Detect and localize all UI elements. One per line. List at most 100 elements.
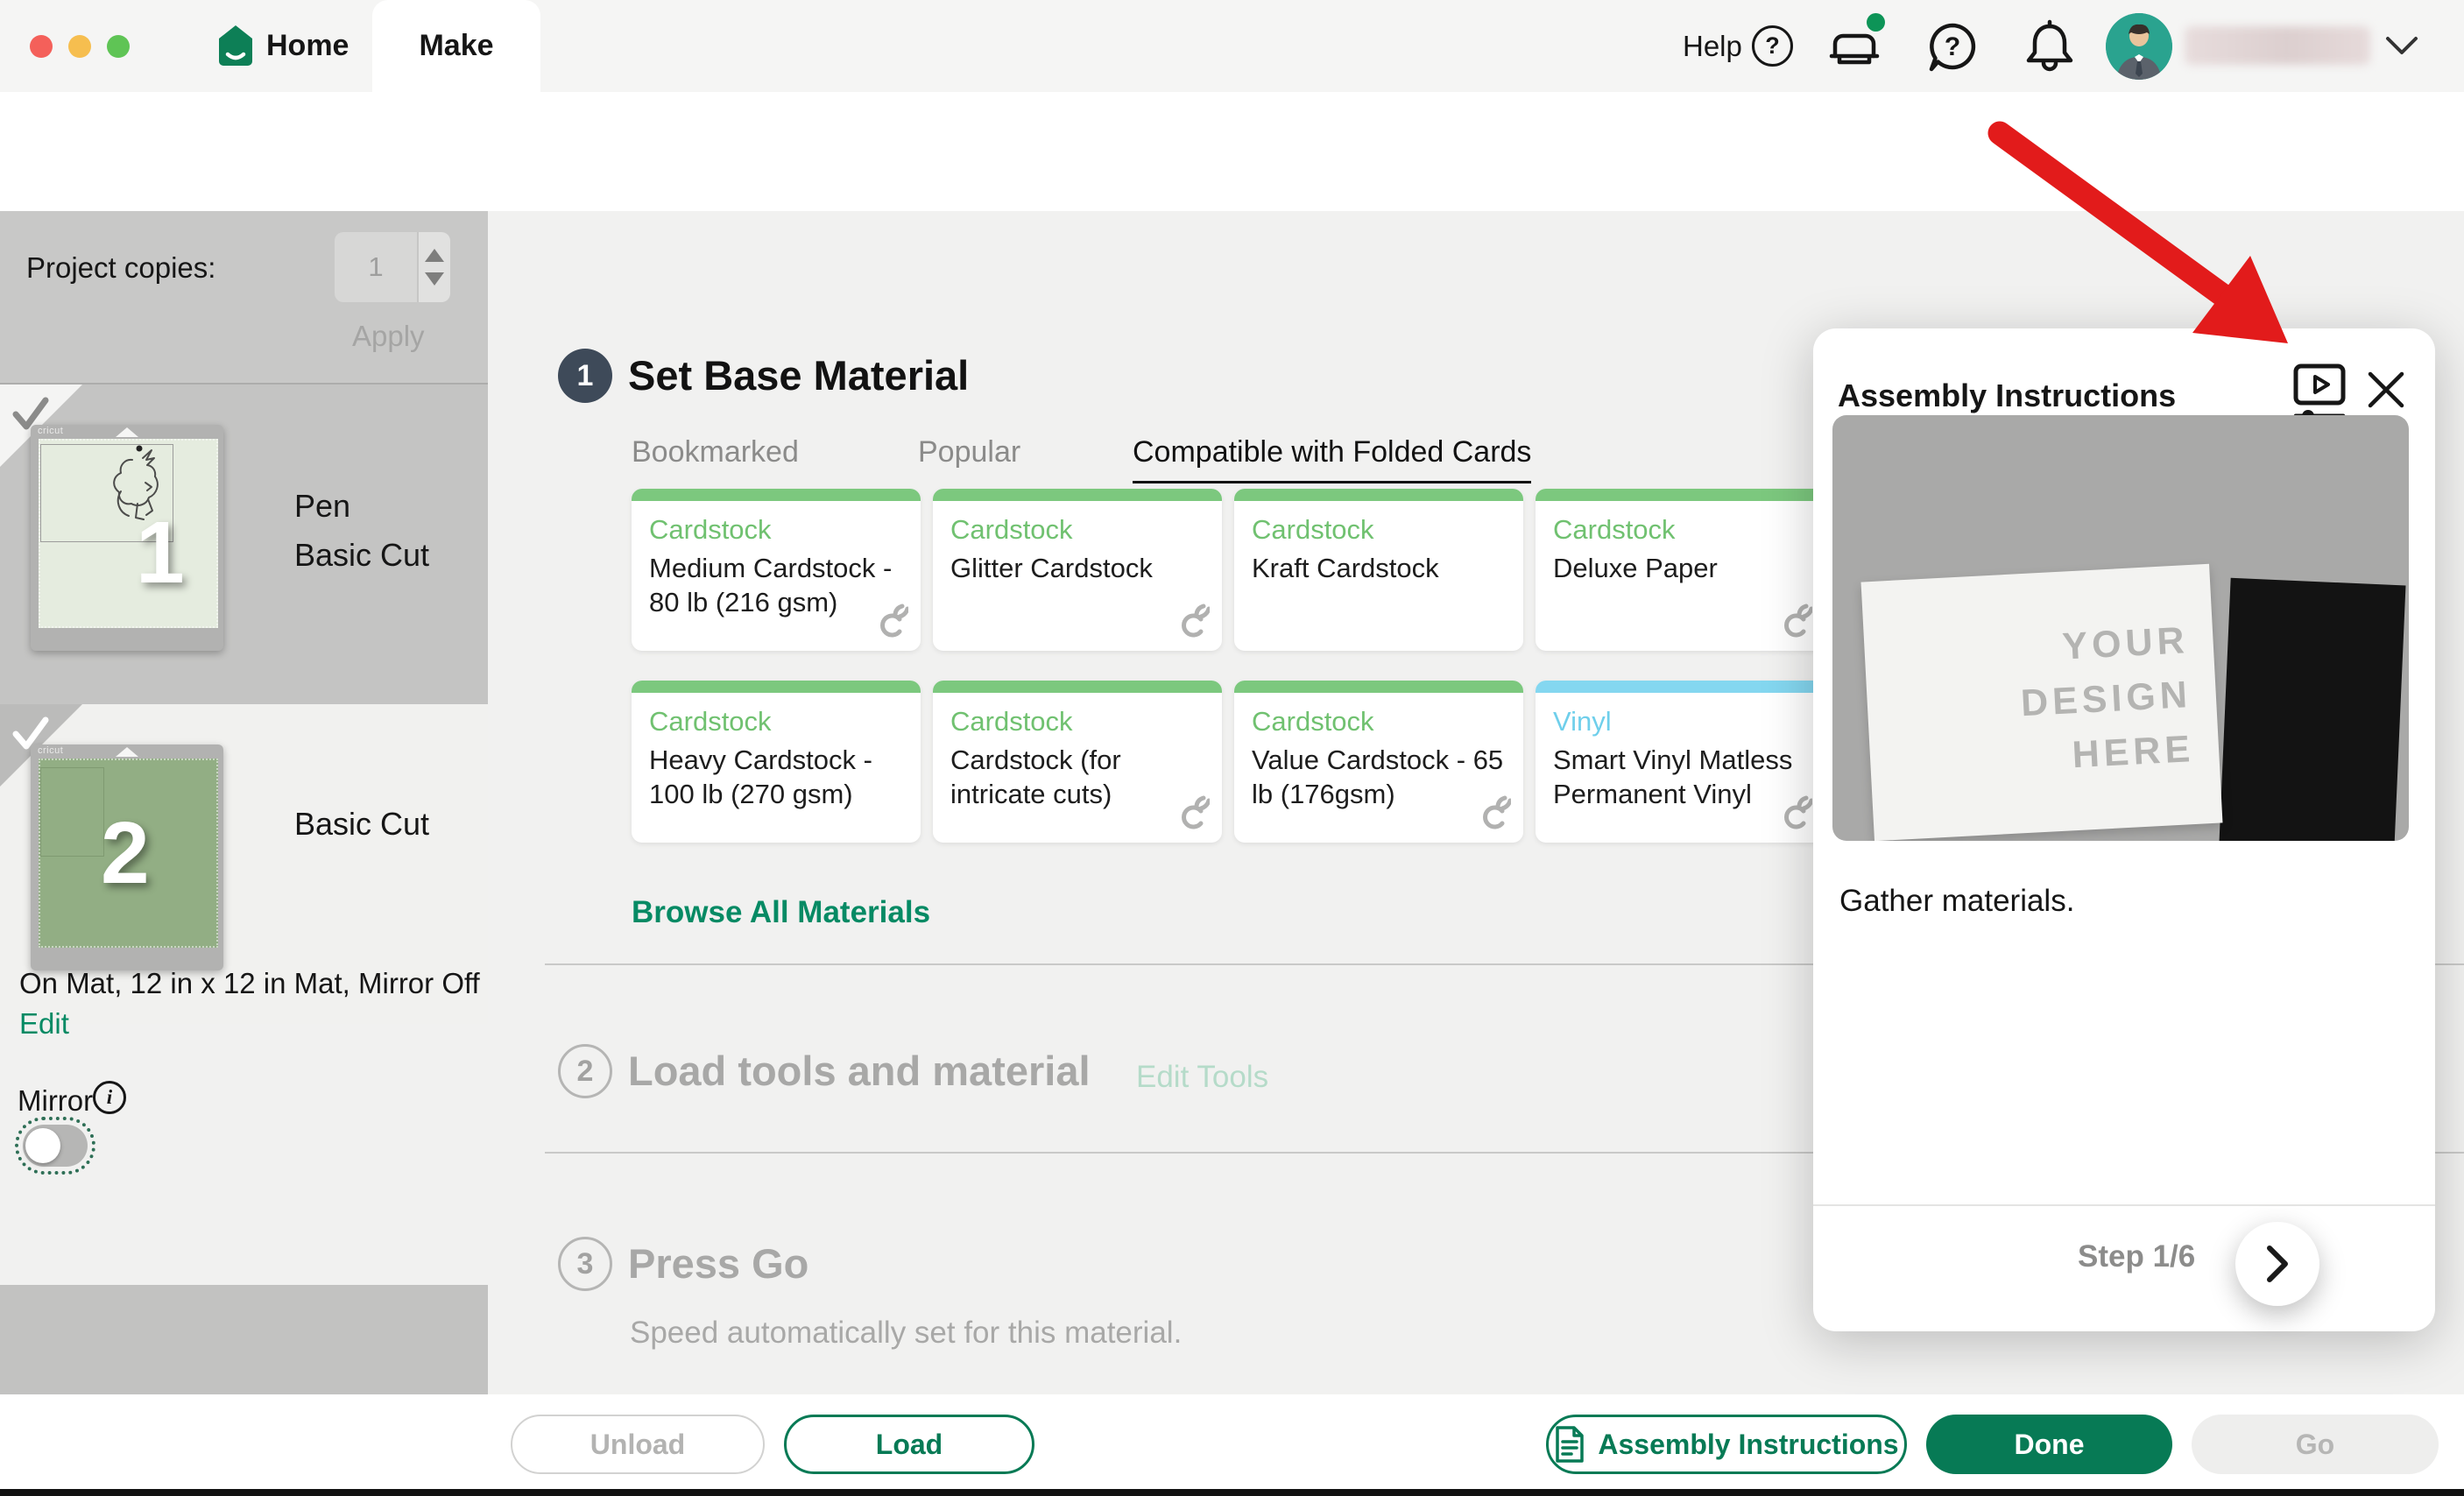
mirror-label: Mirror xyxy=(18,1084,93,1118)
material-card[interactable]: Cardstock Kraft Cardstock xyxy=(1234,489,1523,651)
material-card[interactable]: Cardstock Glitter Cardstock xyxy=(933,489,1222,651)
material-card[interactable]: Vinyl Smart Vinyl Matless Permanent Viny… xyxy=(1536,681,1825,843)
mat-row-1[interactable]: cricut xyxy=(0,385,488,704)
video-tutorial-icon[interactable] xyxy=(2291,362,2348,423)
close-icon[interactable] xyxy=(2365,369,2407,411)
user-name-redacted xyxy=(2185,26,2370,65)
account-chevron-down-icon[interactable] xyxy=(2384,35,2419,60)
tab-popular[interactable]: Popular xyxy=(918,435,1020,469)
card-color-bar xyxy=(1234,681,1523,693)
mat-1-number: 1 xyxy=(136,509,185,596)
card-color-bar xyxy=(1536,681,1825,693)
material-card[interactable]: Cardstock Value Cardstock - 65 lb (176gs… xyxy=(1234,681,1523,843)
load-button[interactable]: Load xyxy=(784,1415,1034,1474)
material-card[interactable]: Cardstock Medium Cardstock - 80 lb (216 … xyxy=(632,489,921,651)
step-1-badge: 1 xyxy=(558,349,612,403)
card-color-bar xyxy=(933,681,1222,693)
window-minimize-light[interactable] xyxy=(68,35,91,58)
window-zoom-light[interactable] xyxy=(107,35,130,58)
mirror-info-icon[interactable]: i xyxy=(93,1081,126,1114)
copies-stepper[interactable]: 1 xyxy=(335,232,450,302)
support-chat-icon[interactable]: ? xyxy=(1927,21,1978,78)
stencil-card-paper: YOUR DESIGN HERE xyxy=(1861,564,2223,841)
material-name: Smart Vinyl Matless Permanent Vinyl xyxy=(1553,743,1809,811)
step-progress-label: Step 1/6 xyxy=(2078,1239,2195,1274)
material-name: Value Cardstock - 65 lb (176gsm) xyxy=(1252,743,1507,811)
card-color-bar xyxy=(632,681,921,693)
cricut-home-icon[interactable] xyxy=(215,24,256,72)
help-menu[interactable]: Help xyxy=(1683,0,1742,92)
mat-1-thumbnail[interactable]: cricut xyxy=(31,425,223,651)
material-name: Deluxe Paper xyxy=(1553,551,1809,585)
mat-1-cut-label: Basic Cut xyxy=(294,537,429,574)
cricut-bug-icon xyxy=(1175,601,1210,644)
cricut-bug-icon xyxy=(873,601,908,644)
mat-brand-label: cricut xyxy=(38,426,63,436)
cricut-bug-icon xyxy=(1175,793,1210,836)
step-2-title: Load tools and material xyxy=(628,1047,1091,1095)
step-3-title: Press Go xyxy=(628,1239,808,1288)
instruction-step-image: YOUR DESIGN HERE xyxy=(1832,415,2409,841)
panel-footer-divider xyxy=(1813,1204,2435,1206)
mirror-toggle[interactable] xyxy=(23,1125,88,1167)
step-1-title: Set Base Material xyxy=(628,351,969,399)
assembly-instructions-button[interactable]: Assembly Instructions xyxy=(1546,1415,1907,1474)
mat-2-cut-label: Basic Cut xyxy=(294,806,429,843)
window-close-light[interactable] xyxy=(30,35,53,58)
step-2-badge: 2 xyxy=(558,1044,612,1098)
card-color-bar xyxy=(632,489,921,501)
edit-mat-link[interactable]: Edit xyxy=(19,1007,69,1041)
stencil-text-line: DESIGN xyxy=(2020,667,2193,730)
project-copies-label: Project copies: xyxy=(26,251,215,285)
material-name: Heavy Cardstock - 100 lb (270 gsm) xyxy=(649,743,905,811)
material-cards-grid: Cardstock Medium Cardstock - 80 lb (216 … xyxy=(632,489,1825,843)
assembly-instructions-panel: Assembly Instructions YOUR DESIGN HERE xyxy=(1813,328,2435,1331)
cricut-bug-icon xyxy=(1777,793,1812,836)
material-card[interactable]: Cardstock Deluxe Paper xyxy=(1536,489,1825,651)
project-title-bar: T-Rex Birthday Card xyxy=(0,92,2464,211)
cricut-bug-icon xyxy=(1476,793,1511,836)
stencil-text-line: YOUR xyxy=(2061,613,2190,674)
notifications-bell-icon[interactable] xyxy=(2025,19,2074,78)
material-card[interactable]: Cardstock Heavy Cardstock - 100 lb (270 … xyxy=(632,681,921,843)
mat-arrow-icon xyxy=(116,427,138,437)
go-button[interactable]: Go xyxy=(2192,1415,2439,1474)
unload-button[interactable]: Unload xyxy=(511,1415,765,1474)
material-card[interactable]: Cardstock Cardstock (for intricate cuts) xyxy=(933,681,1222,843)
material-name: Cardstock (for intricate cuts) xyxy=(950,743,1206,811)
next-step-button[interactable] xyxy=(2235,1222,2319,1306)
done-button[interactable]: Done xyxy=(1926,1415,2172,1474)
chat-question-glyph: ? xyxy=(1945,32,1960,61)
tab-bookmarked[interactable]: Bookmarked xyxy=(632,435,799,469)
edit-tools-link[interactable]: Edit Tools xyxy=(1136,1060,1268,1095)
material-name: Glitter Cardstock xyxy=(950,551,1206,585)
copies-increment-icon[interactable] xyxy=(425,249,444,262)
copies-value[interactable]: 1 xyxy=(335,232,417,302)
tab-make[interactable]: Make xyxy=(372,0,540,92)
mat-2-number: 2 xyxy=(101,809,150,897)
instruction-caption: Gather materials. xyxy=(1839,884,2074,919)
card-color-bar xyxy=(933,489,1222,501)
material-category: Cardstock xyxy=(1252,514,1523,546)
assembly-instructions-label: Assembly Instructions xyxy=(1598,1429,1898,1461)
help-question-icon[interactable]: ? xyxy=(1752,25,1793,67)
user-avatar[interactable] xyxy=(2106,13,2172,80)
stencil-text-line: HERE xyxy=(2071,722,2196,782)
app-window: Home Make Help ? ? xyxy=(0,0,2464,1496)
machine-connected-badge xyxy=(1867,13,1885,32)
copies-arrows[interactable] xyxy=(417,232,450,302)
material-category: Cardstock xyxy=(1553,514,1825,546)
browse-all-materials-link[interactable]: Browse All Materials xyxy=(632,895,930,930)
top-bar: Home Make Help ? ? xyxy=(0,0,2464,92)
mat-2-thumbnail[interactable]: cricut 2 xyxy=(31,744,223,970)
mat-1-tool-label: Pen xyxy=(294,488,350,525)
material-category: Cardstock xyxy=(649,514,921,546)
document-icon xyxy=(1554,1426,1585,1463)
apply-button[interactable]: Apply xyxy=(352,320,425,353)
tab-home[interactable]: Home xyxy=(266,0,349,92)
black-card-paper xyxy=(2220,578,2406,841)
copies-decrement-icon[interactable] xyxy=(425,272,444,286)
machine-status-icon[interactable] xyxy=(1829,28,1880,74)
tab-compatible-active[interactable]: Compatible with Folded Cards xyxy=(1133,435,1531,483)
project-copies-section: Project copies: 1 Apply xyxy=(0,211,488,383)
